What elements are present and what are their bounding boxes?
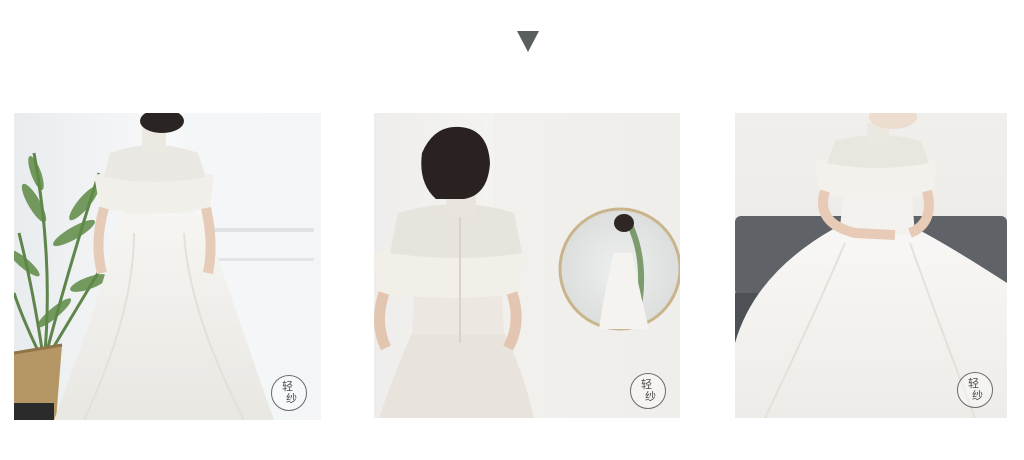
dress-photo-2-image bbox=[374, 113, 680, 418]
dress-photo-2[interactable]: 轻 纱 bbox=[374, 113, 680, 418]
dress-photo-1[interactable]: 轻 纱 bbox=[14, 113, 321, 420]
watermark-stamp: 轻 纱 bbox=[630, 373, 666, 409]
watermark-text-2: 纱 bbox=[286, 392, 297, 405]
dress-photo-1-image bbox=[14, 113, 321, 420]
watermark-stamp: 轻 纱 bbox=[957, 372, 993, 408]
watermark-text-2: 纱 bbox=[972, 389, 983, 402]
dress-photo-3-image bbox=[735, 113, 1007, 418]
dress-photo-3[interactable]: 轻 纱 bbox=[735, 113, 1007, 418]
watermark-text-2: 纱 bbox=[645, 390, 656, 403]
down-triangle-icon bbox=[517, 31, 539, 52]
watermark-stamp: 轻 纱 bbox=[271, 375, 307, 411]
